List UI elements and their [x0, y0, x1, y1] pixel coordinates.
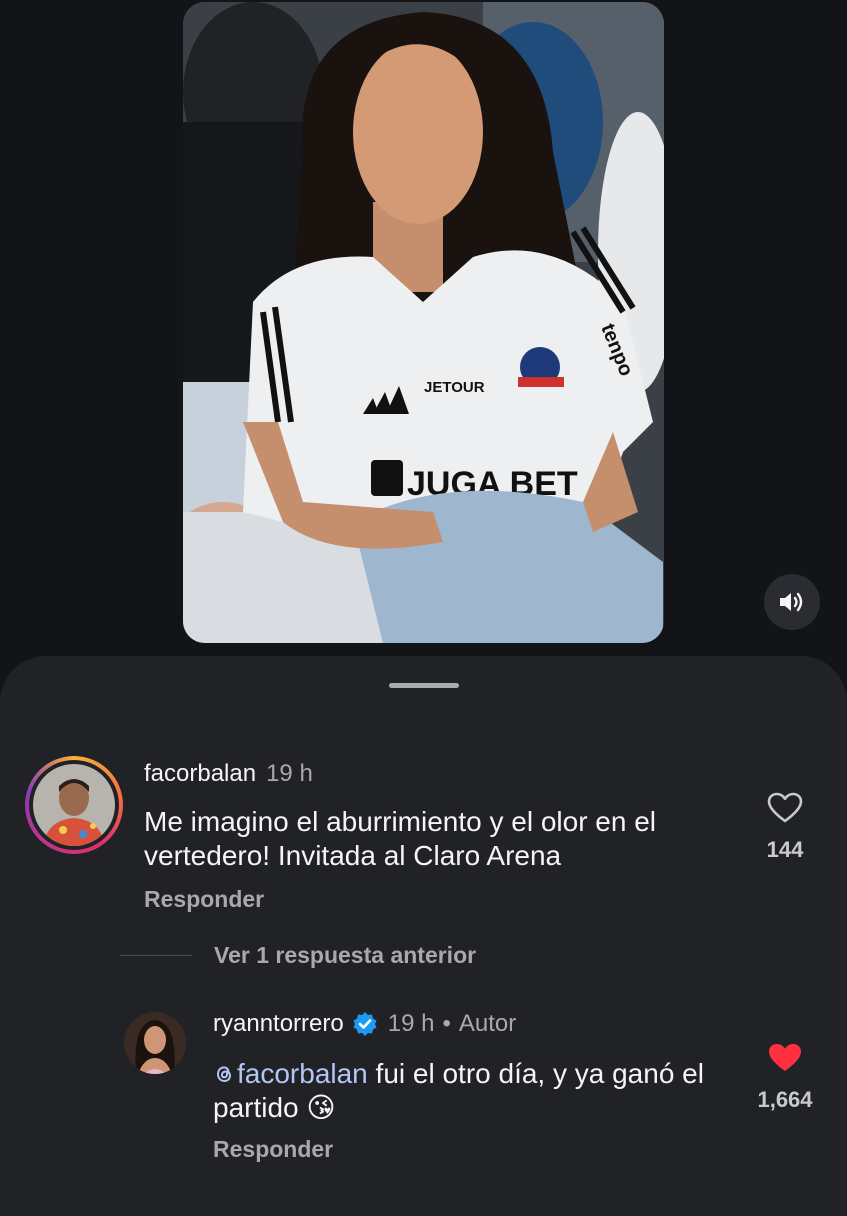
view-replies-button[interactable]: Ver 1 respuesta anterior: [120, 942, 476, 969]
sound-toggle-button[interactable]: [764, 574, 820, 630]
comment-text: Me imagino el aburrimiento y el olor en …: [144, 806, 657, 871]
replies-divider-line: [120, 955, 192, 956]
speaker-on-icon: [780, 592, 803, 612]
reel-photo[interactable]: JETOUR JUGA BET tenpo: [183, 2, 664, 643]
avatar-photo: [124, 1012, 186, 1074]
like-count: 144: [766, 837, 804, 862]
like-count: 1,664: [757, 1087, 813, 1112]
comment-like[interactable]: 144: [740, 792, 830, 863]
reply-button[interactable]: Responder: [144, 886, 264, 913]
heart-outline-icon[interactable]: [767, 792, 803, 824]
reply-meta: ryanntorrero 19 h • Autor: [213, 1010, 516, 1038]
avatar[interactable]: [124, 1012, 186, 1074]
avatar[interactable]: [33, 764, 115, 846]
view-replies-label: Ver 1 respuesta anterior: [214, 942, 477, 968]
reply-username[interactable]: ryanntorrero: [213, 1010, 344, 1038]
meta-separator: •: [442, 1010, 451, 1037]
jersey-chest-sponsor: JETOUR: [424, 379, 485, 396]
comment-username[interactable]: facorbalan: [144, 760, 256, 788]
reply-button[interactable]: Responder: [213, 1136, 333, 1163]
heart-filled-icon[interactable]: [767, 1042, 803, 1074]
comment-meta: facorbalan 19 h: [144, 760, 313, 788]
kiss-emoji: 😘: [306, 1092, 336, 1123]
threads-mention-icon: [216, 1066, 232, 1083]
comment-time: 19 h: [266, 760, 313, 787]
photo-illustration: JETOUR JUGA BET tenpo: [183, 2, 664, 643]
mention-username: facorbalan: [237, 1058, 368, 1089]
avatar-photo: [33, 764, 115, 846]
verified-badge-icon: [352, 1011, 378, 1037]
comments-sheet: facorbalan 19 h Me imagino el aburrimien…: [0, 656, 847, 1216]
mention-link[interactable]: facorbalan: [213, 1058, 368, 1089]
reply-like[interactable]: 1,664: [740, 1042, 830, 1113]
reply-text: facorbalan fui el otro día, y ya ganó el…: [213, 1057, 713, 1125]
author-label: Autor: [458, 1010, 517, 1037]
reply-time: 19 h: [387, 1010, 435, 1037]
avatar-story-ring[interactable]: [25, 756, 123, 854]
reel-video-area[interactable]: JETOUR JUGA BET tenpo: [0, 0, 847, 660]
sheet-drag-handle[interactable]: [389, 683, 459, 688]
